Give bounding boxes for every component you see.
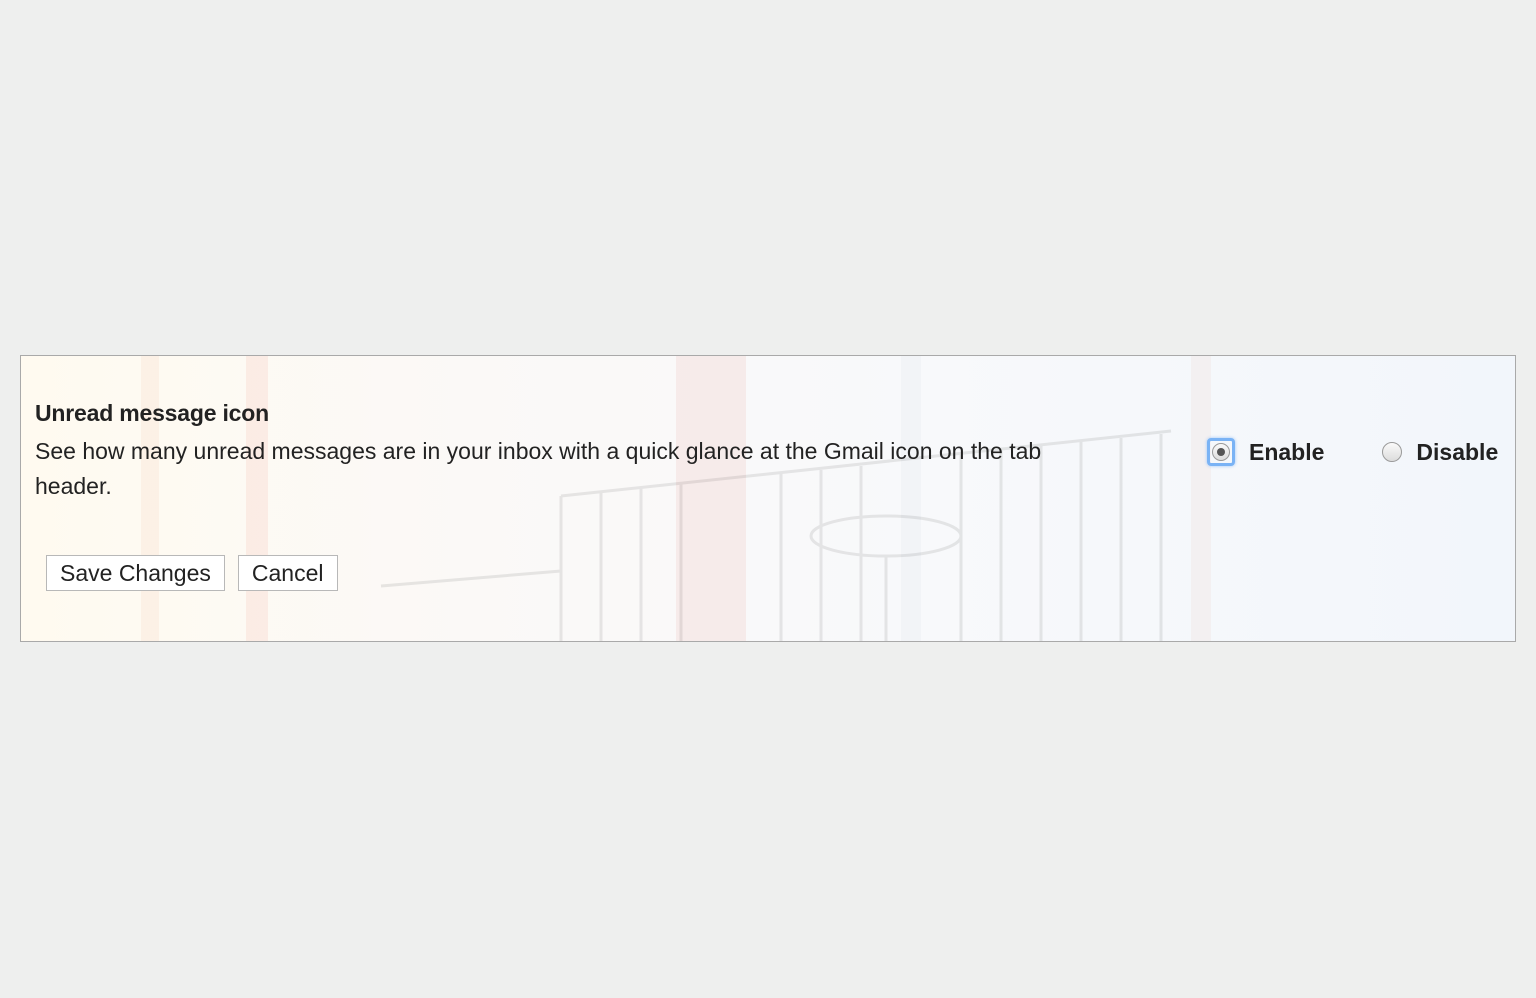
enable-option[interactable]: Enable xyxy=(1207,438,1324,466)
setting-description: See how many unread messages are in your… xyxy=(35,438,1042,499)
unread-icon-radio-group: Enable Disable xyxy=(1207,434,1498,470)
enable-radio-focus-ring xyxy=(1207,438,1235,466)
action-buttons: Save Changes Cancel xyxy=(46,555,338,591)
enable-label[interactable]: Enable xyxy=(1249,439,1324,466)
enable-radio-button[interactable] xyxy=(1212,443,1230,461)
disable-radio-button[interactable] xyxy=(1382,442,1403,462)
disable-option[interactable]: Disable xyxy=(1382,439,1498,466)
radio-selected-dot xyxy=(1217,448,1225,456)
setting-title: Unread message icon xyxy=(35,400,269,426)
save-changes-button[interactable]: Save Changes xyxy=(46,555,225,591)
cancel-button[interactable]: Cancel xyxy=(237,555,338,591)
settings-panel: Unread message icon See how many unread … xyxy=(20,355,1516,642)
disable-label[interactable]: Disable xyxy=(1416,439,1498,466)
